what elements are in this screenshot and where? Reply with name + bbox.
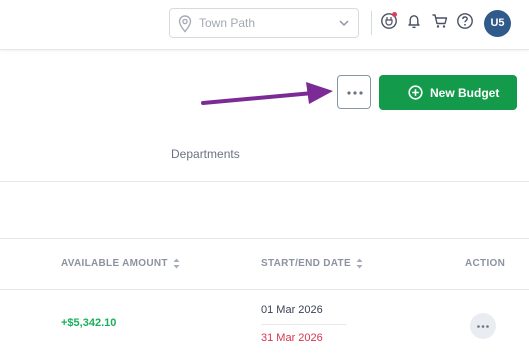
chevron-down-icon <box>339 20 349 27</box>
departments-filter-label[interactable]: Departments <box>171 147 240 161</box>
table-header-divider <box>0 289 529 290</box>
end-date-cell: 31 Mar 2026 <box>261 332 323 344</box>
date-divider <box>261 324 346 325</box>
location-placeholder: Town Path <box>199 16 256 30</box>
column-header-action: ACTION <box>465 258 506 269</box>
column-header-start-end-date[interactable]: START/END DATE <box>261 258 363 269</box>
table-top-divider <box>0 238 529 239</box>
cart-icon[interactable] <box>431 12 449 30</box>
new-budget-label: New Budget <box>430 86 500 100</box>
sort-icon <box>356 258 363 269</box>
plus-circle-icon <box>408 85 423 100</box>
start-date-cell: 01 Mar 2026 <box>261 304 323 316</box>
new-budget-button[interactable]: New Budget <box>379 75 517 110</box>
more-dots-icon <box>347 91 363 95</box>
bell-icon[interactable] <box>405 12 423 30</box>
help-icon[interactable] <box>456 12 474 30</box>
location-pin-icon <box>178 15 192 33</box>
top-bar: Town Path U5 <box>0 0 529 50</box>
notification-dot <box>392 12 397 17</box>
row-actions-button[interactable] <box>470 313 496 339</box>
column-header-available-amount[interactable]: AVAILABLE AMOUNT <box>61 258 180 269</box>
available-amount-cell: +$5,342.10 <box>61 317 117 329</box>
location-select[interactable]: Town Path <box>169 8 359 38</box>
more-options-button[interactable] <box>337 75 371 109</box>
sort-icon <box>173 258 180 269</box>
filter-divider <box>0 181 529 182</box>
more-dots-icon <box>477 325 489 328</box>
header-divider <box>371 11 372 35</box>
user-avatar[interactable]: U5 <box>484 10 511 37</box>
